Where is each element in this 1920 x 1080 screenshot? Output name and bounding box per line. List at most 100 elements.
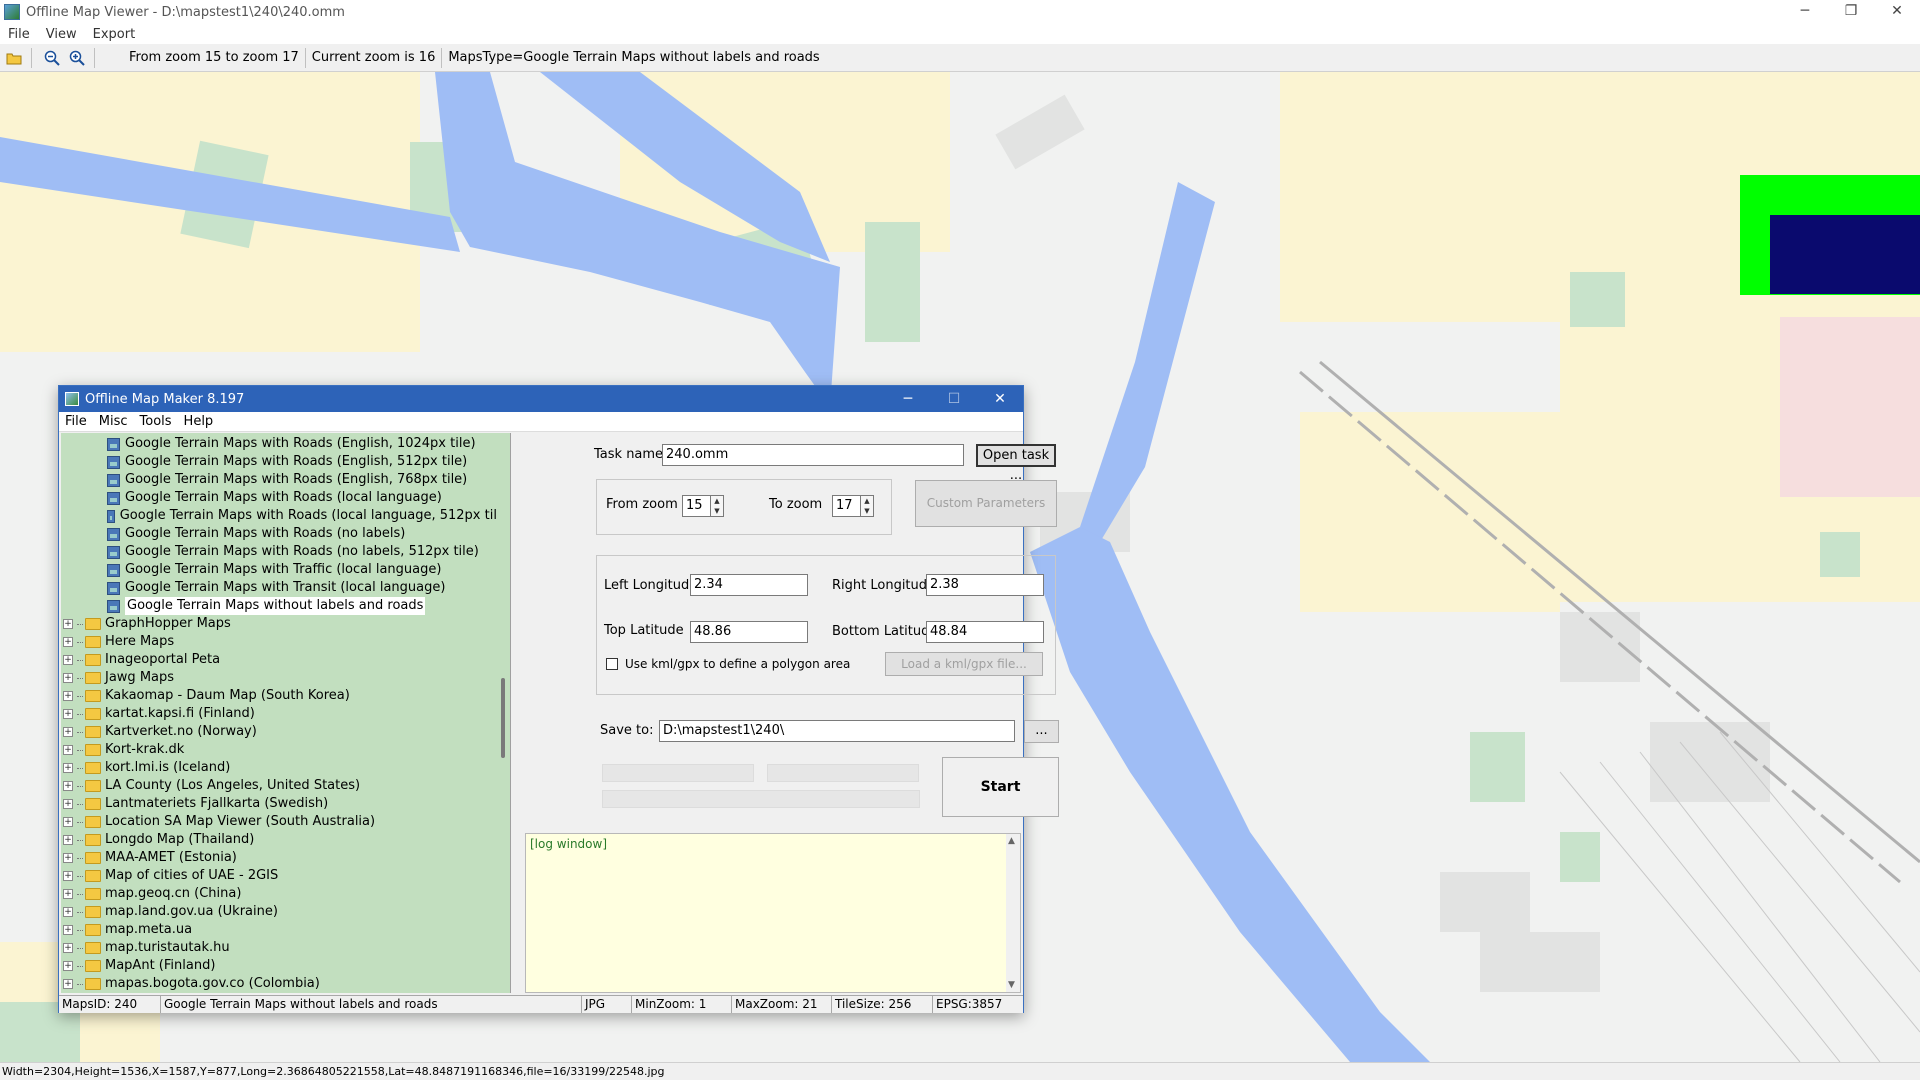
minimize-button[interactable]: ─ <box>1782 0 1828 24</box>
tree-map-item[interactable]: Google Terrain Maps without labels and r… <box>61 597 510 615</box>
tree-folder-item[interactable]: + MAA-AMET (Estonia) <box>61 849 510 867</box>
restore-button[interactable]: ❐ <box>1828 0 1874 24</box>
expand-plus-icon[interactable]: + <box>63 853 73 863</box>
tree-item-label: Google Terrain Maps with Roads (English,… <box>125 472 468 487</box>
dialog-menu-tools[interactable]: Tools <box>134 414 178 429</box>
custom-parameters-button[interactable]: Custom Parameters <box>915 480 1057 527</box>
tree-folder-item[interactable]: + GraphHopper Maps <box>61 615 510 633</box>
expand-plus-icon[interactable]: + <box>63 961 73 971</box>
zoom-in-button[interactable] <box>66 47 88 69</box>
dialog-menu-help[interactable]: Help <box>178 414 220 429</box>
dialog-minimize-button[interactable]: ─ <box>885 391 931 407</box>
dialog-maximize-button[interactable]: ☐ <box>931 391 977 407</box>
expand-plus-icon[interactable]: + <box>63 799 73 809</box>
tree-map-item[interactable]: Google Terrain Maps with Roads (English,… <box>61 453 510 471</box>
overview-viewport[interactable] <box>1770 215 1920 294</box>
load-kml-button[interactable]: Load a kml/gpx file... <box>885 652 1043 676</box>
log-scrollbar[interactable]: ▲ ▼ <box>1006 834 1020 992</box>
expand-plus-icon[interactable]: + <box>63 673 73 683</box>
expand-plus-icon[interactable]: + <box>63 943 73 953</box>
tree-map-item[interactable]: Google Terrain Maps with Roads (local la… <box>61 507 510 525</box>
expand-plus-icon[interactable]: + <box>63 727 73 737</box>
tree-folder-item[interactable]: + Map of cities of UAE - 2GIS <box>61 867 510 885</box>
expand-plus-icon[interactable]: + <box>63 655 73 665</box>
expand-plus-icon[interactable]: + <box>63 979 73 989</box>
tree-map-item[interactable]: Google Terrain Maps with Roads (English,… <box>61 435 510 453</box>
log-window[interactable]: [log window] ▲ ▼ <box>525 833 1021 993</box>
top-latitude-input[interactable]: 48.86 <box>690 621 808 643</box>
tree-scrollbar[interactable] <box>496 433 510 993</box>
tree-folder-item[interactable]: + kort.lmi.is (Iceland) <box>61 759 510 777</box>
tree-folder-item[interactable]: + Here Maps <box>61 633 510 651</box>
tree-folder-item[interactable]: + Jawg Maps <box>61 669 510 687</box>
expand-plus-icon[interactable]: + <box>63 619 73 629</box>
from-zoom-spinner[interactable]: ▲ ▼ <box>710 495 724 517</box>
tree-folder-item[interactable]: + Kakaomap - Daum Map (South Korea) <box>61 687 510 705</box>
expand-plus-icon[interactable]: + <box>63 889 73 899</box>
tree-scrollbar-thumb[interactable] <box>501 678 505 758</box>
tree-folder-item[interactable]: + kartat.kapsi.fi (Finland) <box>61 705 510 723</box>
expand-plus-icon[interactable]: + <box>63 871 73 881</box>
tree-map-item[interactable]: Google Terrain Maps with Roads (local la… <box>61 489 510 507</box>
tree-folder-label: map.geoq.cn (China) <box>105 886 242 901</box>
to-zoom-spinner[interactable]: ▲ ▼ <box>860 495 874 517</box>
tree-folder-item[interactable]: + map.land.gov.ua (Ukraine) <box>61 903 510 921</box>
tree-map-item[interactable]: Google Terrain Maps with Transit (local … <box>61 579 510 597</box>
kml-checkbox[interactable] <box>606 658 618 670</box>
dialog-close-button[interactable]: ✕ <box>977 391 1023 407</box>
task-name-input[interactable]: 240.omm <box>662 444 964 466</box>
tree-folder-item[interactable]: + MapAnt (Finland) <box>61 957 510 975</box>
tree-map-item[interactable]: Google Terrain Maps with Roads (English,… <box>61 471 510 489</box>
tree-map-item[interactable]: Google Terrain Maps with Traffic (local … <box>61 561 510 579</box>
menu-file[interactable]: File <box>0 27 38 42</box>
log-scroll-up-icon[interactable]: ▲ <box>1008 836 1015 846</box>
save-to-input[interactable]: D:\mapstest1\240\ <box>659 720 1015 742</box>
tree-folder-item[interactable]: + Location SA Map Viewer (South Australia… <box>61 813 510 831</box>
menu-export[interactable]: Export <box>85 27 144 42</box>
zoom-out-button[interactable] <box>41 47 63 69</box>
open-task-button[interactable]: Open task ... <box>976 444 1056 483</box>
tree-folder-item[interactable]: + map.geoq.cn (China) <box>61 885 510 903</box>
expand-plus-icon[interactable]: + <box>63 745 73 755</box>
expand-plus-icon[interactable]: + <box>63 817 73 827</box>
bottom-latitude-input[interactable]: 48.84 <box>926 621 1044 643</box>
tree-folder-label: Location SA Map Viewer (South Australia) <box>105 814 376 829</box>
tree-connector <box>77 875 83 877</box>
tree-folder-item[interactable]: + map.meta.ua <box>61 921 510 939</box>
close-button[interactable]: ✕ <box>1874 0 1920 24</box>
progress-bar-1 <box>602 764 754 782</box>
overview-minimap[interactable] <box>1740 175 1920 295</box>
tree-folder-item[interactable]: + map.turistautak.hu <box>61 939 510 957</box>
tree-folder-item[interactable]: + Kort-krak.dk <box>61 741 510 759</box>
expand-plus-icon[interactable]: + <box>63 925 73 935</box>
tree-map-item[interactable]: Google Terrain Maps with Roads (no label… <box>61 543 510 561</box>
tree-folder-item[interactable]: + Lantmateriets Fjallkarta (Swedish) <box>61 795 510 813</box>
expand-plus-icon[interactable]: + <box>63 691 73 701</box>
tree-folder-item[interactable]: + LA County (Los Angeles, United States) <box>61 777 510 795</box>
browse-button[interactable]: ... <box>1024 720 1059 743</box>
dialog-menu-misc[interactable]: Misc <box>93 414 134 429</box>
expand-plus-icon[interactable]: + <box>63 907 73 917</box>
expand-plus-icon[interactable]: + <box>63 637 73 647</box>
tree-folder-item[interactable]: + Kartverket.no (Norway) <box>61 723 510 741</box>
expand-plus-icon[interactable]: + <box>63 709 73 719</box>
log-scroll-down-icon[interactable]: ▼ <box>1008 980 1015 990</box>
tree-map-item[interactable]: Google Terrain Maps with Roads (no label… <box>61 525 510 543</box>
dialog-menu-file[interactable]: File <box>59 414 93 429</box>
tree-folder-item[interactable]: + Longdo Map (Thailand) <box>61 831 510 849</box>
start-button[interactable]: Start <box>942 757 1059 817</box>
expand-plus-icon[interactable]: + <box>63 781 73 791</box>
expand-plus-icon[interactable]: + <box>63 835 73 845</box>
tree-folder-label: Kakaomap - Daum Map (South Korea) <box>105 688 350 703</box>
tree-folder-label: Inageoportal Peta <box>105 652 221 667</box>
open-folder-button[interactable] <box>3 47 25 69</box>
right-longitude-input[interactable]: 2.38 <box>926 574 1044 596</box>
tree-folder-item[interactable]: + Inageoportal Peta <box>61 651 510 669</box>
left-longitude-input[interactable]: 2.34 <box>690 574 808 596</box>
maps-tree[interactable]: Google Terrain Maps with Roads (English,… <box>61 433 511 993</box>
tree-folder-item[interactable]: + mapas.bogota.gov.co (Colombia) <box>61 975 510 993</box>
dialog-titlebar[interactable]: Offline Map Maker 8.197 ─ ☐ ✕ <box>59 386 1023 412</box>
folder-icon <box>85 870 101 882</box>
menu-view[interactable]: View <box>38 27 85 42</box>
expand-plus-icon[interactable]: + <box>63 763 73 773</box>
